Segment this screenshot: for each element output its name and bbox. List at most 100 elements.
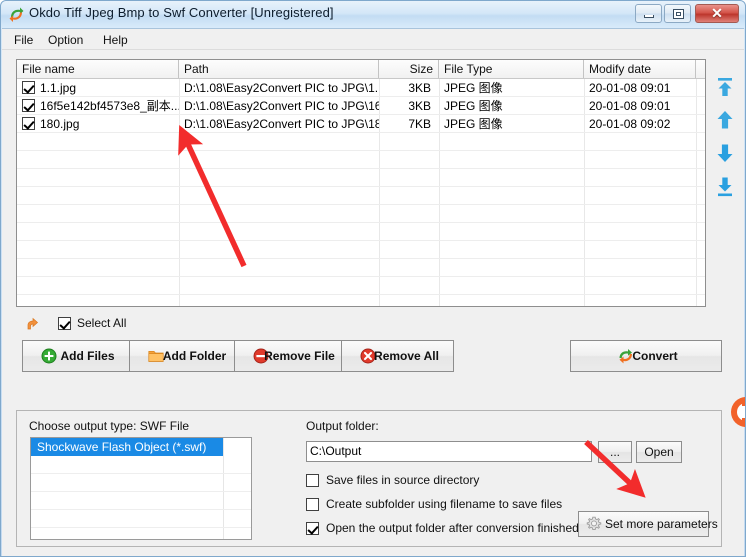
column-header-file-type[interactable]: File Type [439, 60, 584, 78]
table-row[interactable]: 1.1.jpg D:\1.08\Easy2Convert PIC to JPG\1… [17, 79, 705, 97]
remove-all-button[interactable]: Remove All [341, 340, 454, 372]
output-type-empty-row[interactable] [31, 456, 251, 474]
column-header-file-name[interactable]: File name [17, 60, 179, 78]
maximize-button[interactable] [664, 4, 691, 23]
cell-type: JPEG 图像 [444, 117, 503, 131]
window-title: Okdo Tiff Jpeg Bmp to Swf Converter [Unr… [29, 5, 334, 20]
save-in-source-checkbox[interactable] [306, 474, 319, 487]
cell-modified: 20-01-08 09:01 [589, 99, 671, 113]
order-buttons-group [714, 75, 738, 210]
remove-file-button[interactable]: Remove File [234, 340, 347, 372]
app-icon [8, 6, 25, 23]
table-row[interactable] [17, 205, 705, 223]
row-checkbox[interactable] [22, 81, 35, 94]
output-type-list[interactable]: Shockwave Flash Object (*.swf) [30, 437, 252, 540]
row-checkbox[interactable] [22, 117, 35, 130]
remove-all-button-label: Remove All [374, 349, 439, 363]
output-type-empty-row[interactable] [31, 528, 251, 539]
table-row[interactable] [17, 277, 705, 295]
table-row[interactable] [17, 133, 705, 151]
menu-help[interactable]: Help [97, 32, 134, 48]
cell-type: JPEG 图像 [444, 99, 503, 113]
table-row[interactable] [17, 169, 705, 187]
arrow-to-bottom-icon [718, 177, 732, 197]
output-type-selected-item[interactable]: Shockwave Flash Object (*.swf) [31, 438, 223, 456]
move-up-button[interactable] [714, 108, 736, 134]
table-row[interactable]: 180.jpg D:\1.08\Easy2Convert PIC to JPG\1… [17, 115, 705, 133]
output-type-empty-row[interactable] [31, 510, 251, 528]
output-settings-panel: Choose output type: SWF File Shockwave F… [16, 410, 722, 547]
arrow-to-top-icon [718, 78, 732, 96]
table-row[interactable] [17, 223, 705, 241]
open-folder-button[interactable]: Open [636, 441, 682, 463]
cell-modified: 20-01-08 09:02 [589, 117, 671, 131]
import-arrow-icon[interactable] [26, 316, 44, 332]
menu-option[interactable]: Option [42, 32, 89, 48]
cell-type: JPEG 图像 [444, 81, 503, 95]
column-header-path[interactable]: Path [179, 60, 379, 78]
gear-icon [586, 516, 602, 532]
add-folder-button-label: Add Folder [162, 349, 227, 363]
browse-button[interactable]: ... [598, 441, 632, 463]
floating-edge-widget-icon[interactable] [728, 394, 745, 430]
add-folder-button[interactable]: Add Folder [129, 340, 242, 372]
convert-button-label: Convert [632, 349, 678, 363]
close-icon: ✕ [711, 5, 723, 21]
minimize-button[interactable] [635, 4, 662, 23]
cell-path: D:\1.08\Easy2Convert PIC to JPG\180... [184, 117, 379, 131]
title-bar: Okdo Tiff Jpeg Bmp to Swf Converter [Unr… [1, 1, 745, 28]
row-checkbox[interactable] [22, 99, 35, 112]
select-all-row: Select All [16, 314, 416, 334]
choose-output-type-label: Choose output type: SWF File [29, 419, 190, 433]
column-header-modify-date[interactable]: Modify date [584, 60, 696, 78]
output-folder-label: Output folder: [306, 419, 379, 433]
select-all-label: Select All [77, 316, 127, 330]
menu-file[interactable]: File [8, 32, 39, 48]
cell-size: 3KB [408, 99, 431, 113]
output-type-empty-row[interactable] [31, 492, 251, 510]
table-row[interactable]: 16f5e142bf4573e8_副本... D:\1.08\Easy2Conve… [17, 97, 705, 115]
cell-name: 180.jpg [40, 117, 80, 131]
create-subfolder-checkbox-label: Create subfolder using filename to save … [326, 497, 563, 511]
select-all-checkbox[interactable] [58, 317, 71, 330]
menu-bar: File Option Help [2, 29, 744, 50]
set-more-parameters-label: Set more parameters [605, 517, 718, 531]
cell-path: D:\1.08\Easy2Convert PIC to JPG\1.1.... [184, 81, 379, 95]
add-files-button[interactable]: Add Files [22, 340, 135, 372]
column-header-size[interactable]: Size [379, 60, 439, 78]
table-row[interactable] [17, 187, 705, 205]
open-output-folder-checkbox[interactable] [306, 522, 319, 535]
arrow-down-icon [717, 144, 733, 162]
table-row[interactable] [17, 295, 705, 306]
table-row[interactable] [17, 259, 705, 277]
open-output-folder-checkbox-label: Open the output folder after conversion … [326, 521, 579, 535]
table-row[interactable] [17, 241, 705, 259]
maximize-icon [673, 9, 684, 19]
file-list-body[interactable]: 1.1.jpg D:\1.08\Easy2Convert PIC to JPG\1… [17, 79, 705, 306]
client-area: File Option Help File name Path Size File Typ… [2, 28, 744, 556]
table-row[interactable] [17, 151, 705, 169]
cell-size: 7KB [408, 117, 431, 131]
column-header-blank[interactable] [696, 60, 705, 78]
arrow-up-icon [717, 111, 733, 129]
convert-button[interactable]: Convert [570, 340, 722, 372]
save-in-source-checkbox-label: Save files in source directory [326, 473, 480, 487]
minimize-icon [644, 15, 654, 18]
cell-path: D:\1.08\Easy2Convert PIC to JPG\16f... [184, 99, 379, 113]
move-to-top-button[interactable] [714, 75, 736, 101]
move-to-bottom-button[interactable] [714, 174, 736, 200]
cell-size: 3KB [408, 81, 431, 95]
create-subfolder-checkbox[interactable] [306, 498, 319, 511]
remove-file-button-label: Remove File [264, 349, 335, 363]
move-down-button[interactable] [714, 141, 736, 167]
set-more-parameters-button[interactable]: Set more parameters [578, 511, 718, 537]
add-files-button-label: Add Files [60, 349, 115, 363]
cell-name: 16f5e142bf4573e8_副本... [40, 99, 179, 113]
application-window: Okdo Tiff Jpeg Bmp to Swf Converter [Unr… [0, 0, 746, 557]
output-type-empty-row[interactable] [31, 474, 251, 492]
cell-modified: 20-01-08 09:01 [589, 81, 671, 95]
output-folder-input[interactable]: C:\Output [306, 441, 592, 462]
cell-name: 1.1.jpg [40, 81, 77, 95]
close-button[interactable]: ✕ [695, 4, 739, 23]
file-list[interactable]: File name Path Size File Type Modify date 1.… [16, 59, 706, 307]
